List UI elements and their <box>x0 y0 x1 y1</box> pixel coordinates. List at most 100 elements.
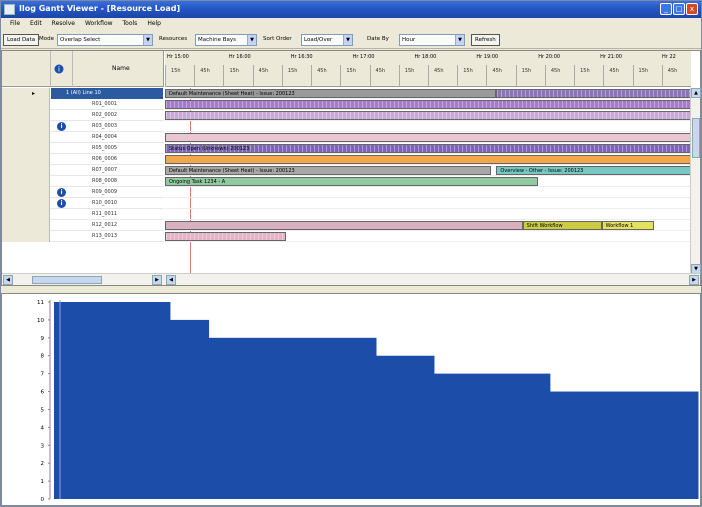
scroll-left-icon[interactable]: ◀ <box>3 275 13 285</box>
resource-name: R06_0006 <box>92 156 118 162</box>
row-header[interactable] <box>2 165 50 176</box>
resource-name: R08_0008 <box>92 178 118 184</box>
table-row[interactable]: ▸ 1 (All) Line 10 <box>2 88 164 99</box>
row-header[interactable] <box>2 187 50 198</box>
timeline-tick <box>398 65 400 87</box>
info-icon[interactable]: i <box>57 188 66 197</box>
gantt-task-bar[interactable] <box>165 133 691 142</box>
resource-name: R13_0013 <box>92 233 118 239</box>
table-row[interactable]: i R03_0003 <box>2 121 164 132</box>
menu-workflow[interactable]: Workflow <box>80 18 118 31</box>
resource-name: R10_0010 <box>92 200 118 206</box>
resource-value: Machine Bays <box>198 37 237 43</box>
gantt-task-bar[interactable] <box>496 89 691 98</box>
timeline-major-label: Hr 22 <box>662 54 676 60</box>
gantt-task-bar[interactable]: Shift Workflow <box>522 221 602 230</box>
row-header[interactable] <box>2 132 50 143</box>
y-tick-label: 11 <box>37 300 44 306</box>
gantt-task-bar[interactable]: Default Maintenance (Sheet Heat) - Issue… <box>165 166 492 175</box>
vertical-scrollbar[interactable]: ▲ ▼ <box>690 88 701 274</box>
scroll-left-icon[interactable]: ◀ <box>166 275 176 285</box>
gantt-task-bar[interactable]: Ongoing Task 1234 - A <box>165 177 539 186</box>
resource-name: R03_0003 <box>92 123 118 129</box>
mode-select[interactable]: Overlap Select ▼ <box>57 34 153 46</box>
gantt-task-bar[interactable] <box>165 100 691 109</box>
load-data-button[interactable]: Load Data <box>3 34 40 46</box>
name-column-header[interactable]: Name <box>112 65 130 72</box>
row-header[interactable] <box>2 110 50 121</box>
row-header[interactable] <box>2 220 50 231</box>
current-row-icon: ▸ <box>32 90 36 97</box>
scroll-right-icon[interactable]: ▶ <box>689 275 699 285</box>
maximize-button[interactable]: □ <box>673 3 685 15</box>
timeline-minor-label: 45h <box>667 68 678 74</box>
timeline-minor-label: 45h <box>492 68 502 74</box>
scroll-right-icon[interactable]: ▶ <box>152 275 162 285</box>
gantt-lane <box>165 209 691 220</box>
gantt-lane <box>165 187 691 198</box>
table-row[interactable]: i R10_0010 <box>2 198 164 209</box>
table-row[interactable]: R04_0004 <box>2 132 164 143</box>
gantt-task-bar[interactable]: Overview - Other - Issue: 200123 <box>496 166 691 175</box>
table-row[interactable]: R05_0005 <box>2 143 164 154</box>
y-tick-label: 7 <box>41 372 45 378</box>
table-row[interactable]: R13_0013 <box>2 231 164 242</box>
gantt-task-bar[interactable] <box>165 111 691 120</box>
y-tick-label: 2 <box>41 461 45 467</box>
table-row[interactable]: R08_0008 <box>2 176 164 187</box>
gantt-task-bar[interactable] <box>165 221 523 230</box>
resource-select[interactable]: Machine Bays ▼ <box>195 34 257 46</box>
table-row[interactable]: R01_0001 <box>2 99 164 110</box>
date-by-select[interactable]: Hour ▼ <box>399 34 465 46</box>
horizontal-scrollbar[interactable]: ◀ ▶ ◀ ▶ <box>2 273 700 285</box>
info-column-icon: i <box>54 64 64 74</box>
row-header[interactable] <box>2 176 50 187</box>
menu-help[interactable]: Help <box>142 18 166 31</box>
table-row[interactable]: i R09_0009 <box>2 187 164 198</box>
info-icon[interactable]: i <box>57 199 66 208</box>
table-row[interactable]: R07_0007 <box>2 165 164 176</box>
row-header[interactable] <box>2 143 50 154</box>
row-header[interactable] <box>2 121 50 132</box>
table-row[interactable]: R11_0011 <box>2 209 164 220</box>
resource-name: R02_0002 <box>92 112 118 118</box>
row-header[interactable] <box>2 198 50 209</box>
row-header[interactable] <box>2 99 50 110</box>
close-button[interactable]: x <box>686 3 698 15</box>
load-chart-canvas: 11109876543210 <box>37 300 699 503</box>
scroll-up-icon[interactable]: ▲ <box>691 88 701 98</box>
timeline-tick <box>340 65 342 87</box>
row-header[interactable] <box>2 154 50 165</box>
resource-name: R07_0007 <box>92 167 118 173</box>
table-row[interactable]: R06_0006 <box>2 154 164 165</box>
minimize-button[interactable]: _ <box>660 3 672 15</box>
menu-resolve[interactable]: Resolve <box>47 18 80 31</box>
gantt-task-bar[interactable] <box>165 155 691 164</box>
svg-text:i: i <box>58 66 60 74</box>
timeline-major-label: Hr 16:30 <box>290 54 313 60</box>
gantt-task-bar[interactable]: Status Open (Unknown) 200123 <box>165 144 691 153</box>
scroll-thumb[interactable] <box>32 276 102 284</box>
sort-value: Load/Over <box>304 37 333 43</box>
y-tick-label: 1 <box>41 479 45 485</box>
table-row[interactable]: R02_0002 <box>2 110 164 121</box>
gantt-chart-area[interactable]: Default Maintenance (Sheet Heat) - Issue… <box>165 88 691 274</box>
row-header[interactable] <box>2 231 50 242</box>
y-tick-label: 5 <box>41 407 45 413</box>
timeline-minor-label: 15h <box>404 68 415 74</box>
scroll-thumb[interactable] <box>692 118 700 158</box>
row-header[interactable] <box>2 88 50 99</box>
menu-file[interactable]: File <box>5 18 25 31</box>
gantt-task-bar[interactable] <box>165 232 286 241</box>
timeline-minor-label: 15h <box>229 68 239 74</box>
refresh-button[interactable]: Refresh <box>471 34 500 46</box>
table-row[interactable]: R12_0012 <box>2 220 164 231</box>
gantt-task-bar[interactable]: Default Maintenance (Sheet Heat) - Issue… <box>165 89 497 98</box>
row-header[interactable] <box>2 209 50 220</box>
menu-tools[interactable]: Tools <box>118 18 143 31</box>
menu-edit[interactable]: Edit <box>25 18 47 31</box>
info-icon[interactable]: i <box>57 122 66 131</box>
task-label: Workflow 1 <box>605 223 634 229</box>
sort-select[interactable]: Load/Over ▼ <box>301 34 353 46</box>
gantt-task-bar[interactable]: Workflow 1 <box>601 221 655 230</box>
